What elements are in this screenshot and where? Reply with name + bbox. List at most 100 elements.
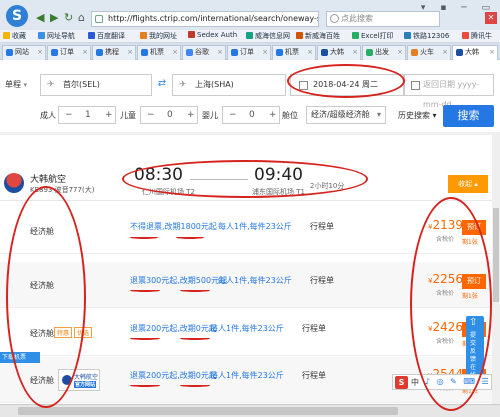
tab-close-icon[interactable]: ×: [262, 46, 268, 59]
favicon-icon: [186, 49, 193, 56]
depart-date-input[interactable]: 2018-04-24 周二: [290, 74, 404, 96]
fare-price: ¥2256: [428, 272, 464, 286]
bookmark-item[interactable]: 新威海百姓: [296, 31, 340, 41]
refund-rule-link[interactable]: 退票200元起,改期0元起: [130, 323, 217, 334]
plus-icon[interactable]: +: [269, 107, 277, 123]
cabin-select[interactable]: 经济/超级经济舱 ▾: [306, 106, 386, 124]
fare-cabin: 经济舱: [30, 227, 54, 236]
fare-cabin: 经济舱: [30, 329, 54, 338]
scrollbar-thumb[interactable]: [493, 208, 499, 302]
baggage-link[interactable]: 每人1件,每件23公斤: [210, 323, 284, 334]
bookmarks-bar: 收藏 网址导航 百度翻译 我的网址 Sedex Auth 威海信息网 新威海百姓…: [0, 30, 500, 43]
baggage-link[interactable]: 每人1件,每件23公斤: [218, 275, 292, 286]
search-button[interactable]: 搜索: [443, 105, 494, 127]
fare-cabin: 经济舱: [30, 376, 54, 385]
tab-close-icon[interactable]: ×: [307, 46, 313, 59]
close-icon[interactable]: ✕: [485, 12, 497, 24]
tab-close-icon[interactable]: ×: [217, 46, 223, 59]
refund-rule-link[interactable]: 退票200元起,改期0元起: [130, 370, 217, 381]
korean-air-logo-icon: [62, 375, 72, 385]
feedback-link[interactable]: 提交反馈: [470, 332, 480, 364]
bookmark-item[interactable]: 铁路12306: [404, 31, 449, 41]
input-method-toolbar[interactable]: S 中 ♪ ◎ ✎ ⌨ ☰: [392, 374, 492, 390]
page-icon: [88, 32, 95, 39]
bookmark-item[interactable]: 百度翻译: [88, 31, 125, 41]
annotation-underline: [180, 384, 210, 387]
section-divider: [0, 132, 500, 135]
bookmark-item[interactable]: 网址导航: [38, 31, 75, 41]
page-icon: [352, 32, 359, 39]
browser-tab[interactable]: 大韩 ×: [317, 45, 361, 60]
minus-icon[interactable]: −: [65, 107, 73, 123]
ime-tools-icon[interactable]: ♪ ◎ ✎ ⌨ ☰: [425, 377, 491, 386]
home-icon[interactable]: ⌂: [78, 11, 85, 24]
bookmark-item[interactable]: Sedex Auth: [188, 31, 237, 39]
fare-row: 经济舱 不得退票,改期1800元起 每人1件,每件23公斤 行程单 ¥2139 …: [0, 208, 492, 254]
return-date-input[interactable]: 返回日期 yyyy-mm-dd: [404, 74, 494, 109]
ime-mode[interactable]: 中: [411, 377, 419, 388]
tab-close-icon[interactable]: ×: [442, 46, 448, 59]
bookmark-item[interactable]: 收藏: [3, 31, 26, 41]
tab-close-icon[interactable]: ×: [127, 46, 133, 59]
horizontal-scrollbar[interactable]: [0, 404, 500, 417]
infant-stepper[interactable]: − 0 +: [222, 106, 280, 124]
scrollbar-thumb[interactable]: [18, 407, 398, 415]
book-button[interactable]: 预订: [462, 220, 486, 235]
forward-icon[interactable]: ▶: [50, 11, 58, 24]
sogou-ime-icon[interactable]: S: [395, 376, 408, 389]
tab-close-icon[interactable]: ×: [352, 46, 358, 59]
flight-card: 大韩航空 KE893 波音777(大) 08:30 仁川国际机场 T2 09:4…: [0, 137, 492, 201]
bookmark-item[interactable]: Excel打印: [352, 31, 394, 41]
browser-tab[interactable]: 出发 ×: [362, 45, 406, 60]
browser-tab[interactable]: 携程 ×: [92, 45, 136, 60]
child-stepper[interactable]: − 0 +: [140, 106, 198, 124]
tab-close-icon[interactable]: ×: [397, 46, 403, 59]
baggage-link[interactable]: 每人1件,每件23公斤: [218, 221, 292, 232]
bookmark-item[interactable]: 威海信息网: [246, 31, 290, 41]
trip-type-select[interactable]: 单程 ▾: [5, 79, 27, 90]
browser-tab[interactable]: 机票 ×: [272, 45, 316, 60]
back-icon[interactable]: ◀: [36, 11, 44, 24]
refresh-icon[interactable]: ↻: [64, 11, 73, 24]
browser-search-input[interactable]: 点此搜索: [326, 11, 440, 27]
adult-stepper[interactable]: − 1 +: [58, 106, 116, 124]
tab-close-icon[interactable]: ×: [37, 46, 43, 59]
browser-tab[interactable]: 订单 ×: [227, 45, 271, 60]
flight-search-form: 单程 ▾ ✈ 首尔(SEL) ⇄ ✈ 上海(SHA) 2018-04-24 周二…: [0, 66, 500, 109]
collapse-button[interactable]: 收起 ▴: [448, 175, 488, 193]
depart-airport: 仁川国际机场 T2: [142, 188, 195, 196]
itinerary-label: 行程单: [302, 324, 326, 333]
tab-close-icon[interactable]: ×: [82, 46, 88, 59]
plus-icon[interactable]: +: [187, 107, 195, 123]
browser-logo-icon[interactable]: S: [6, 5, 28, 27]
browser-tab[interactable]: 火车 ×: [407, 45, 451, 60]
tab-close-icon[interactable]: ×: [489, 46, 495, 59]
address-bar[interactable]: http://flights.ctrip.com/international/s…: [91, 11, 319, 27]
refund-rule-link[interactable]: 不得退票,改期1800元起: [130, 221, 217, 232]
vertical-scrollbar[interactable]: [492, 132, 500, 404]
plus-icon[interactable]: +: [105, 107, 113, 123]
minus-icon[interactable]: −: [147, 107, 155, 123]
to-city-input[interactable]: ✈ 上海(SHA): [172, 74, 286, 96]
browser-tab[interactable]: 谷歌 ×: [182, 45, 226, 60]
browser-tab[interactable]: 订单 ×: [47, 45, 91, 60]
tab-close-icon[interactable]: ×: [172, 46, 178, 59]
download-app-badge[interactable]: 下载机票: [0, 352, 40, 363]
from-city-input[interactable]: ✈ 首尔(SEL): [40, 74, 152, 96]
baggage-link[interactable]: 每人1件,每件23公斤: [210, 370, 284, 381]
book-button[interactable]: 预订: [462, 274, 486, 289]
search-engine-icon: [330, 14, 339, 23]
refund-rule-link[interactable]: 退票300元起,改期500元起: [130, 275, 227, 286]
minus-icon[interactable]: −: [229, 107, 237, 123]
favicon-icon: [276, 49, 283, 56]
history-search-dropdown[interactable]: 历史搜索 ▾: [398, 110, 437, 121]
bookmark-item[interactable]: 腾讯牛: [462, 31, 492, 41]
bookmark-item[interactable]: 我的网址: [140, 31, 177, 41]
annotation-underline: [180, 289, 210, 292]
itinerary-label: 行程单: [310, 276, 334, 285]
browser-tab[interactable]: 网站 ×: [2, 45, 46, 60]
browser-tab-active[interactable]: 大韩 ×: [452, 45, 498, 60]
swap-cities-icon[interactable]: ⇄: [152, 74, 172, 96]
browser-tab[interactable]: 机票 ×: [137, 45, 181, 60]
back-to-top-icon[interactable]: ⇧: [469, 317, 477, 328]
